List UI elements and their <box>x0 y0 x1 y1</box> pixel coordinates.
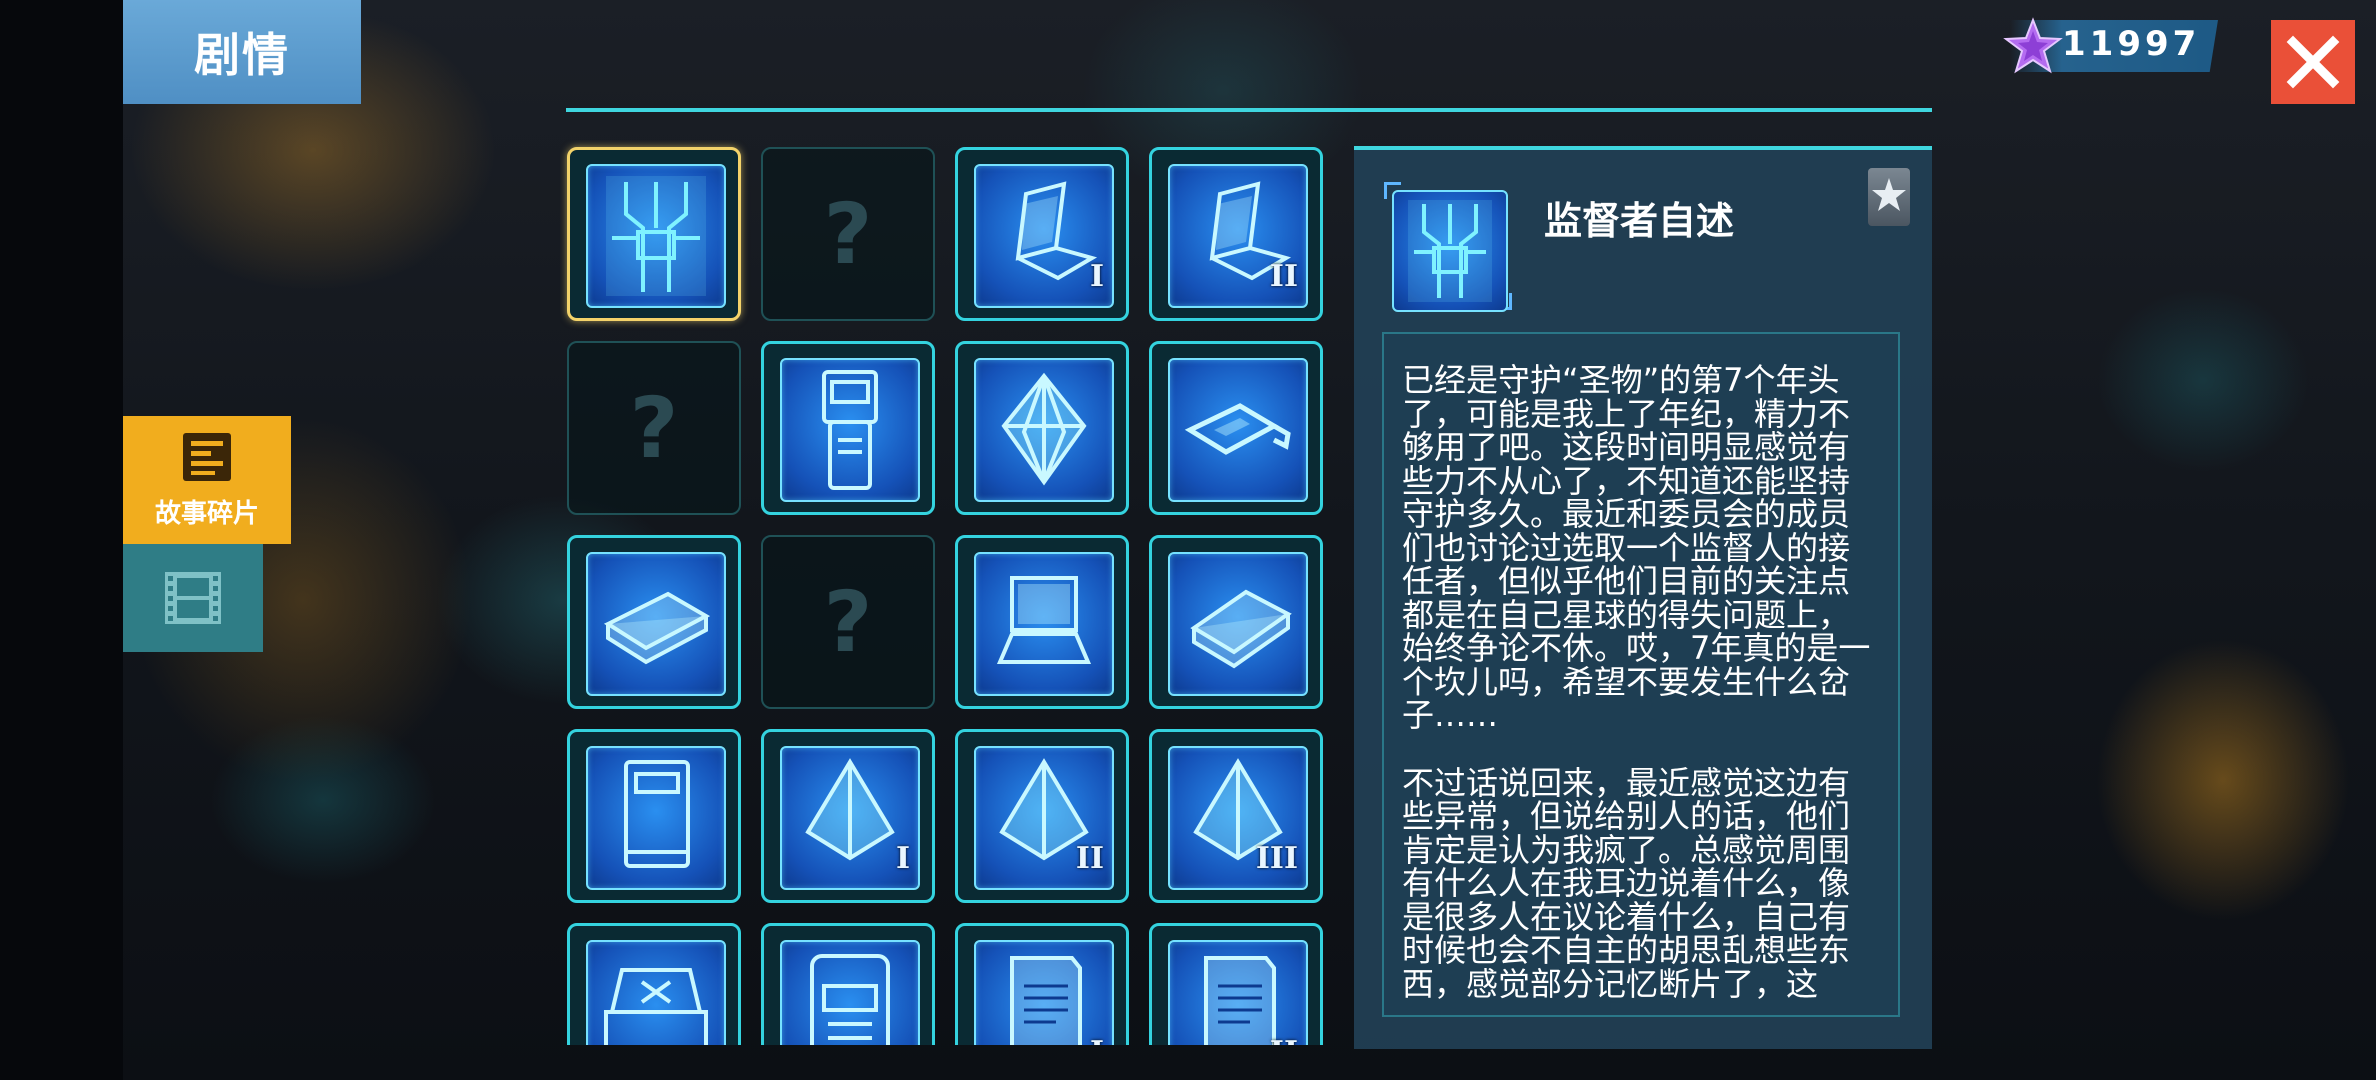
story-item-frame <box>1168 358 1308 502</box>
roman-numeral: II <box>1269 259 1298 294</box>
story-item-frame <box>586 940 726 1045</box>
tablet-device-icon <box>1190 589 1292 669</box>
locked-story-item[interactable]: ? <box>567 341 741 515</box>
locked-story-item[interactable]: ? <box>761 535 935 709</box>
roman-numeral: I <box>895 841 910 876</box>
detail-panel: 监督者自述 已经是守护“圣物”的第7个年头了，可能是我上了年纪，精力不够用了吧。… <box>1354 146 1932 1049</box>
handheld-device-icon <box>822 370 878 490</box>
octahedron-crystal-icon <box>1001 372 1087 486</box>
roman-numeral: II <box>1270 1035 1298 1045</box>
purple-star-icon <box>2003 17 2063 74</box>
story-item[interactable] <box>955 535 1129 709</box>
story-item-frame <box>780 940 920 1045</box>
paper-document-icon <box>1204 956 1276 1045</box>
tab-story-fragments[interactable]: 故事碎片 <box>123 416 291 544</box>
laptop-icon <box>996 576 1092 664</box>
story-item[interactable] <box>567 147 741 321</box>
roman-numeral: II <box>1075 841 1104 876</box>
detail-paragraph-2: 不过话说回来，最近感觉这边有些异常，但说给别人的话，他们肯定是认为我疯了。总感觉… <box>1402 763 1851 1003</box>
story-item-frame <box>1168 940 1308 1045</box>
document-list-icon <box>183 432 231 481</box>
story-item[interactable] <box>567 535 741 709</box>
story-item-frame <box>974 940 1114 1045</box>
circuit-board-icon <box>606 176 706 296</box>
usb-drive-icon <box>1184 403 1291 455</box>
story-item[interactable] <box>567 729 741 903</box>
notebook-icon <box>624 760 690 868</box>
story-item[interactable]: II <box>955 729 1129 903</box>
story-item-frame <box>974 358 1114 502</box>
story-item-frame <box>1168 552 1308 696</box>
story-item[interactable]: III <box>1149 729 1323 903</box>
circuit-board-icon <box>1408 200 1492 302</box>
console-device-icon <box>604 968 708 1045</box>
detail-paragraph-1: 已经是守护“圣物”的第7个年头了，可能是我上了年纪，精力不够用了吧。这段时间明显… <box>1402 361 1871 734</box>
book-icon <box>603 591 711 665</box>
story-item-frame <box>586 164 726 308</box>
star-badge-icon <box>1868 168 1910 226</box>
question-mark-icon: ? <box>823 185 873 283</box>
question-mark-icon: ? <box>823 573 873 671</box>
story-item[interactable]: I <box>955 923 1129 1045</box>
story-item[interactable]: II <box>1149 147 1323 321</box>
locked-story-item[interactable]: ? <box>761 147 935 321</box>
story-item[interactable] <box>1149 341 1323 515</box>
story-item[interactable] <box>955 341 1129 515</box>
close-icon <box>2286 35 2340 89</box>
currency-value: 11997 <box>2062 24 2201 64</box>
robot-terminal-icon <box>810 954 890 1045</box>
paper-document-icon <box>1010 956 1082 1045</box>
story-item-frame <box>780 358 920 502</box>
story-item[interactable] <box>1149 535 1323 709</box>
tab-videos[interactable] <box>123 544 263 652</box>
page-title: 剧情 <box>123 0 361 104</box>
story-item[interactable]: I <box>761 729 935 903</box>
roman-numeral: I <box>1090 1035 1104 1045</box>
tab-story-fragments-label: 故事碎片 <box>154 498 259 529</box>
story-item[interactable]: II <box>1149 923 1323 1045</box>
detail-description[interactable]: 已经是守护“圣物”的第7个年头了，可能是我上了年纪，精力不够用了吧。这段时间明显… <box>1382 332 1900 1017</box>
story-item[interactable]: I <box>955 147 1129 321</box>
film-strip-icon <box>165 572 221 624</box>
story-item[interactable] <box>761 923 935 1045</box>
detail-title: 监督者自述 <box>1544 199 1735 243</box>
roman-numeral: III <box>1255 841 1298 876</box>
question-mark-icon: ? <box>629 379 679 477</box>
story-item-frame <box>586 552 726 696</box>
detail-item-frame <box>1384 182 1512 312</box>
story-item-grid: ?III??IIIIIIIII <box>560 140 1340 1045</box>
story-item[interactable] <box>567 923 741 1045</box>
story-item-frame <box>974 552 1114 696</box>
top-divider <box>566 108 1932 112</box>
close-button[interactable] <box>2271 20 2355 104</box>
story-item[interactable] <box>761 341 935 515</box>
story-item-frame <box>586 746 726 890</box>
page-title-text: 剧情 <box>194 28 290 82</box>
roman-numeral: I <box>1089 259 1104 294</box>
